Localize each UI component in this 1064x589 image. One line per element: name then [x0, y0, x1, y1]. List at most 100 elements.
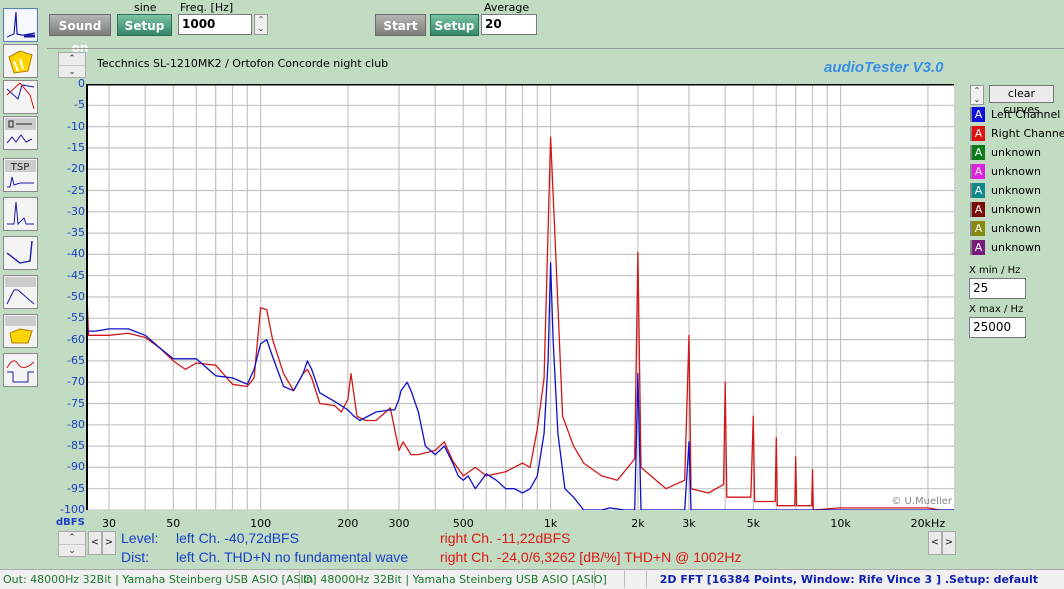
x-tick-label: 50 [166, 517, 181, 530]
sound-on-button[interactable]: Sound on [49, 14, 111, 55]
start-button[interactable]: Start [375, 14, 426, 36]
generator-setup-button[interactable]: Setup [117, 14, 172, 36]
analyzer-setup-button[interactable]: Setup [430, 14, 479, 36]
curve-color-swatch-icon[interactable]: A [970, 107, 985, 122]
scroll-right-button[interactable]: > [942, 531, 956, 555]
dist-label: Dist: [121, 549, 149, 565]
sidebar-item-impedance-curve[interactable] [3, 236, 38, 270]
x-tick-label: 2k [631, 517, 645, 530]
curve-color-swatch-icon[interactable]: A [970, 240, 985, 255]
copyright-label: © U.Mueller [891, 496, 953, 507]
y-tick-label: -5 [74, 98, 85, 112]
right-dist-value: right Ch. -24,0/6,3262 [dB/%] THD+N @ 10… [440, 549, 742, 565]
legend-label: Right Channel [991, 127, 1064, 140]
speaker-design-icon [5, 316, 36, 344]
x-tick-label: 500 [452, 517, 474, 530]
level-label: Level: [121, 530, 159, 546]
sidebar-item-loudspeaker-box[interactable] [3, 44, 38, 78]
readout-stepper[interactable]: ⌃ ⌄ [58, 531, 86, 557]
freq-input[interactable]: 1000 [178, 14, 252, 35]
legend-label: unknown [991, 203, 1041, 216]
y-tick-label: -100 [60, 503, 85, 516]
freq-stepper[interactable]: ⌃ ⌄ [254, 14, 268, 35]
stepper-up-icon[interactable]: ⌃ [59, 532, 85, 545]
y-tick-label: -80 [67, 417, 85, 431]
legend-stepper[interactable]: ⌃ ⌄ [970, 85, 984, 105]
sidebar-item-oscilloscope[interactable] [3, 353, 38, 387]
stepper-down-icon[interactable]: ⌄ [59, 545, 85, 557]
curve-color-swatch-icon[interactable]: A [970, 126, 985, 141]
cursor-left-button[interactable]: < [88, 531, 102, 555]
impedance-curve-icon [6, 240, 33, 264]
legend-label: unknown [991, 146, 1041, 159]
clear-curves-button[interactable]: clear curves [989, 85, 1054, 116]
y-tick-label: -35 [67, 226, 85, 240]
status-bar: Out: 48000Hz 32Bit | Yamaha Steinberg US… [0, 569, 1064, 589]
y-tick-label: -10 [67, 119, 85, 133]
x-tick-label: 10k [830, 517, 851, 530]
impulse-response-icon [7, 201, 34, 226]
device-label: Tecchnics SL-1210MK2 / Ortofon Concorde … [97, 57, 389, 70]
y-tick-label: -75 [67, 396, 85, 410]
oscilloscope-icon [6, 360, 35, 383]
average-input[interactable]: 20 [481, 14, 537, 35]
y-unit-label: dBFS [56, 517, 85, 528]
y-tick-label: -40 [67, 247, 85, 261]
sidebar-item-speaker-box-design[interactable] [3, 314, 38, 348]
x-tick-label: 300 [388, 517, 410, 530]
x-tick-label: 3k [682, 517, 696, 530]
sidebar-item-impedance-sweep[interactable] [3, 116, 38, 150]
x-tick-label: 1k [543, 517, 558, 530]
y-tick-label: -60 [67, 332, 85, 346]
impedance-sweep-icon [5, 118, 36, 144]
curve-color-swatch-icon[interactable]: A [970, 221, 985, 236]
fft-spectrum-icon [5, 10, 36, 40]
status-output-device: Out: 48000Hz 32Bit | Yamaha Steinberg US… [0, 571, 317, 588]
crossover-filter-icon [5, 277, 36, 305]
scroll-left-button[interactable]: < [928, 531, 942, 555]
stepper-up-icon[interactable]: ⌃ [255, 15, 267, 24]
sidebar-item-frequency-response[interactable] [3, 80, 38, 114]
y-tick-label: -65 [67, 353, 85, 367]
sidebar-item-tsp[interactable]: TSP [3, 158, 38, 192]
stepper-down-icon[interactable]: ⌄ [255, 24, 267, 33]
y-tick-label: -50 [67, 290, 85, 303]
freq-label: Freq. [Hz] [180, 1, 234, 14]
legend-label: unknown [991, 222, 1041, 235]
legend-label: unknown [991, 184, 1041, 197]
sidebar-item-fft-spectrum[interactable] [3, 8, 38, 42]
curve-color-swatch-icon[interactable]: A [970, 183, 985, 198]
cursor-right-button[interactable]: > [102, 531, 116, 555]
y-tick-label: -70 [67, 375, 85, 389]
y-tick-label: -55 [67, 311, 85, 325]
app-title: audioTester V3.0 [824, 59, 944, 76]
device-stepper[interactable]: ⌃ ⌄ [58, 52, 86, 78]
y-tick-label: 0 [78, 77, 85, 90]
stepper-up-icon[interactable]: ⌃ [971, 86, 983, 95]
x-max-label: X max / Hz [969, 304, 1024, 315]
curve-color-swatch-icon[interactable]: A [970, 145, 985, 160]
x-tick-label: 100 [250, 517, 272, 530]
stepper-up-icon[interactable]: ⌃ [59, 53, 85, 66]
average-label: Average [484, 1, 530, 14]
right-level-value: right Ch. -11,22dBFS [440, 530, 571, 546]
curve-color-swatch-icon[interactable]: A [970, 164, 985, 179]
x-tick-label: 5k [746, 517, 760, 530]
y-tick-label: -20 [67, 162, 85, 176]
toolbar-divider [47, 48, 1064, 49]
y-tick-label: -25 [67, 183, 85, 197]
x-min-input[interactable]: 25 [969, 278, 1026, 299]
stepper-down-icon[interactable]: ⌄ [971, 95, 983, 104]
fft-plot[interactable]: © U.Mueller [86, 84, 956, 510]
sidebar-item-crossover-filter[interactable] [3, 275, 38, 309]
status-empty-1 [595, 571, 625, 588]
signal-type-label: sine [134, 1, 157, 14]
y-tick-label: -30 [67, 204, 85, 218]
x-tick-label: 200 [337, 517, 359, 530]
frequency-response-icon [6, 82, 35, 110]
curve-color-swatch-icon[interactable]: A [970, 202, 985, 217]
legend-label: Left Channel [991, 108, 1061, 121]
sidebar-item-impulse-response[interactable] [3, 197, 38, 231]
x-max-input[interactable]: 25000 [969, 317, 1026, 338]
x-min-label: X min / Hz [969, 265, 1021, 276]
